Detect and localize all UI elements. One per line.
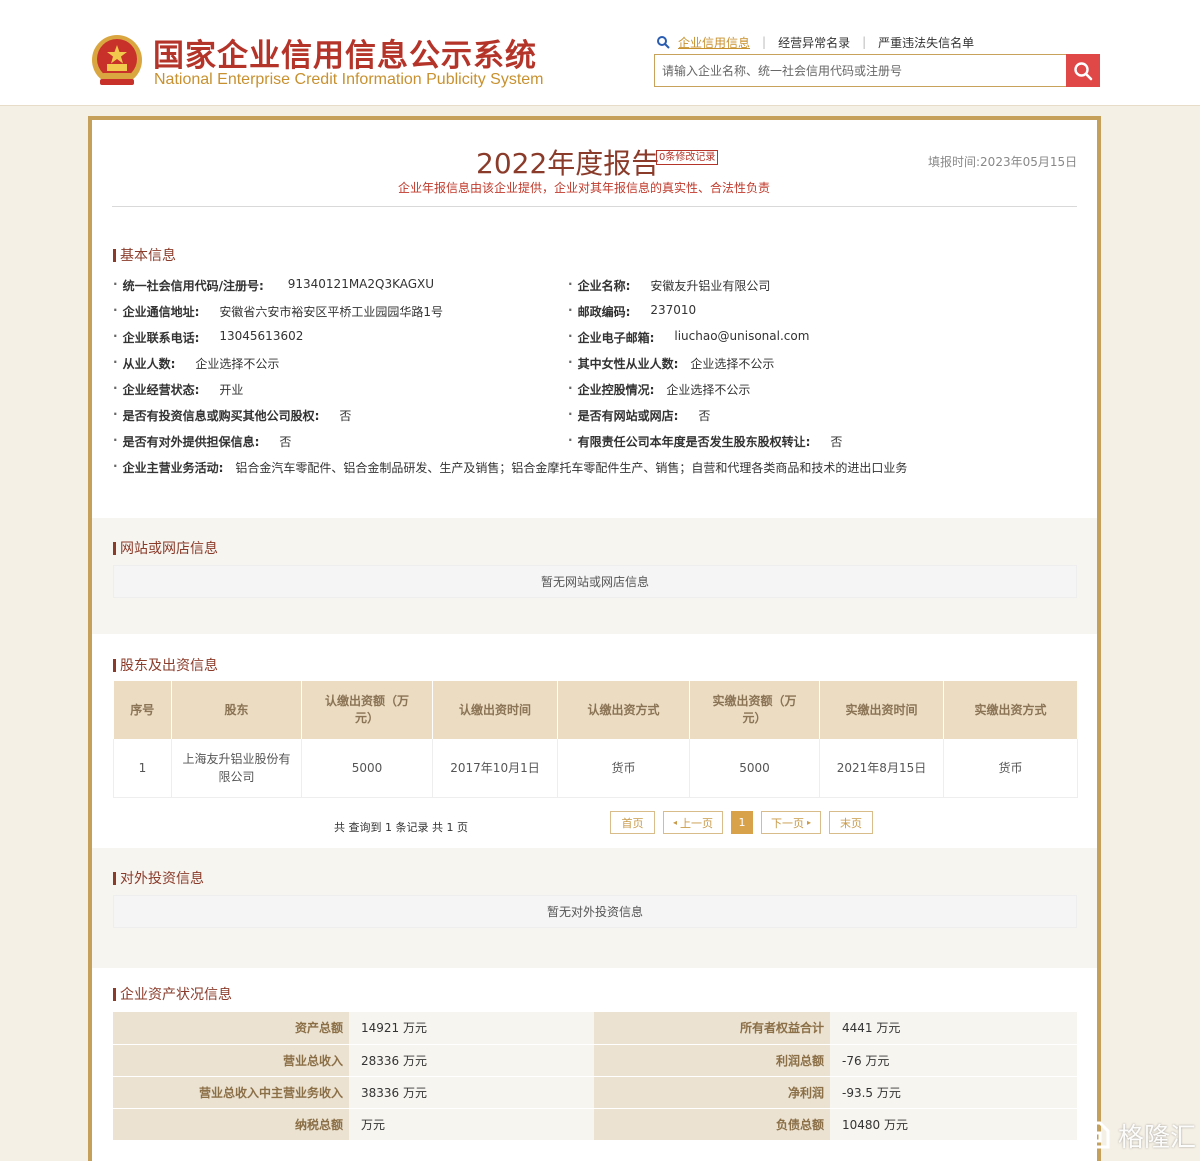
field-holding: · 企业控股情况: 企业选择不公示 — [568, 381, 751, 397]
asset-label: 所有者权益合计 — [594, 1012, 830, 1045]
chevron-left-icon: ◂ — [672, 818, 677, 827]
asset-label: 营业总收入中主营业务收入 — [113, 1076, 349, 1109]
pager-first-button[interactable]: 首页 — [610, 811, 655, 834]
report-header: 2022年度报告 0条修改记录 填报时间:2023年05月15日 企业年报信息由… — [92, 120, 1097, 220]
col-header: 股东 — [171, 681, 302, 739]
field-female-employees: · 其中女性从业人数: 企业选择不公示 — [568, 355, 775, 371]
section-marker — [113, 248, 116, 262]
link-credit-info[interactable]: 企业信用信息 — [678, 34, 750, 51]
asset-value: -76 万元 — [830, 1044, 1077, 1077]
divider — [112, 206, 1077, 207]
national-emblem-icon — [92, 35, 142, 85]
chevron-right-icon: ▸ — [806, 818, 811, 827]
table-cell: 5000 — [689, 739, 820, 798]
report-disclaimer: 企业年报信息由该企业提供，企业对其年报信息的真实性、合法性负责 — [398, 181, 771, 195]
table-cell: 上海友升铝业股份有限公司 — [171, 739, 302, 798]
table-row: 资产总额 14921 万元 所有者权益合计 4441 万元 — [113, 1012, 1077, 1045]
asset-value: 38336 万元 — [349, 1076, 594, 1109]
pager-prev-button[interactable]: ◂ 上一页 — [663, 811, 723, 834]
table-row: 营业总收入中主营业务收入 38336 万元 净利润 -93.5 万元 — [113, 1076, 1077, 1109]
pager-last-button[interactable]: 末页 — [829, 811, 873, 834]
col-header: 认缴出资额（万元） — [301, 681, 433, 739]
col-header: 实缴出资方式 — [943, 681, 1078, 739]
field-employees: · 从业人数: 企业选择不公示 — [113, 355, 280, 371]
asset-label: 纳税总额 — [113, 1108, 349, 1141]
asset-label: 营业总收入 — [113, 1044, 349, 1077]
asset-value: 14921 万元 — [349, 1012, 594, 1045]
section-marker — [113, 987, 116, 1001]
asset-value: 万元 — [349, 1108, 594, 1141]
section-marker — [113, 658, 116, 672]
col-header: 实缴出资时间 — [819, 681, 944, 739]
asset-label: 利润总额 — [594, 1044, 830, 1077]
top-links: 企业信用信息 | 经营异常名录 | 严重违法失信名单 — [656, 33, 974, 51]
field-address: · 企业通信地址: 安徽省六安市裕安区平桥工业园园华路1号 — [113, 303, 444, 319]
gelonghui-logo-icon — [1078, 1121, 1110, 1149]
annual-report-panel: 2022年度报告 0条修改记录 填报时间:2023年05月15日 企业年报信息由… — [88, 116, 1101, 1161]
investment-empty-message: 暂无对外投资信息 — [113, 895, 1077, 928]
field-has-investment: · 是否有投资信息或购买其他公司股权: 否 — [113, 407, 352, 423]
link-separator: | — [762, 35, 767, 49]
pager-current-page[interactable]: 1 — [731, 811, 753, 834]
field-postcode: · 邮政编码: 237010 — [568, 303, 697, 319]
col-header: 序号 — [113, 681, 172, 739]
search-icon — [1074, 61, 1093, 80]
col-header: 认缴出资方式 — [557, 681, 690, 739]
link-abnormal-list[interactable]: 经营异常名录 — [778, 34, 850, 51]
fill-date: 填报时间:2023年05月15日 — [928, 155, 1078, 169]
table-row: 纳税总额 万元 负债总额 10480 万元 — [113, 1108, 1077, 1141]
section-title-website: 网站或网店信息 — [113, 538, 218, 558]
field-credit-code: · 统一社会信用代码/注册号: 91340121MA2Q3KAGXU — [113, 277, 435, 293]
pager-info: 共 查询到 1 条记录 共 1 页 — [334, 821, 468, 834]
table-cell: 1 — [113, 739, 172, 798]
report-title: 2022年度报告 — [476, 147, 660, 180]
section-title-basic: 基本信息 — [113, 245, 176, 265]
section-marker — [113, 541, 116, 555]
asset-value: 28336 万元 — [349, 1044, 594, 1077]
table-cell: 2021年8月15日 — [819, 739, 944, 798]
field-equity-transfer: · 有限责任公司本年度是否发生股东股权转让: 否 — [568, 433, 843, 449]
col-header: 认缴出资时间 — [432, 681, 558, 739]
field-email: · 企业电子邮箱: liuchao@unisonal.com — [568, 329, 810, 345]
section-marker — [113, 871, 116, 885]
section-title-shareholders: 股东及出资信息 — [113, 655, 218, 675]
field-has-website: · 是否有网站或网店: 否 — [568, 407, 711, 423]
table-cell: 2017年10月1日 — [432, 739, 558, 798]
link-blacklist[interactable]: 严重违法失信名单 — [878, 34, 974, 51]
site-subtitle: National Enterprise Credit Information P… — [154, 71, 544, 88]
table-cell: 货币 — [557, 739, 690, 798]
asset-label: 资产总额 — [113, 1012, 349, 1045]
assets-table: 资产总额 14921 万元 所有者权益合计 4441 万元 营业总收入 2833… — [113, 1012, 1077, 1141]
table-row: 1 上海友升铝业股份有限公司 5000 2017年10月1日 货币 5000 2… — [113, 739, 1078, 798]
asset-value: 10480 万元 — [830, 1108, 1077, 1141]
watermark: 格隆汇 — [1076, 1116, 1196, 1154]
table-row: 营业总收入 28336 万元 利润总额 -76 万元 — [113, 1044, 1077, 1077]
field-business-scope: · 企业主营业务活动: 铝合金汽车零配件、铝合金制品研发、生产及销售；铝合金摩托车零… — [113, 459, 908, 475]
site-header: 国家企业信用信息公示系统 National Enterprise Credit … — [0, 0, 1200, 106]
table-header-row: 序号 股东 认缴出资额（万元） 认缴出资时间 认缴出资方式 实缴出资额（万元） … — [113, 681, 1078, 739]
asset-value: 4441 万元 — [830, 1012, 1077, 1045]
search-box — [654, 54, 1100, 87]
section-title-assets: 企业资产状况信息 — [113, 984, 232, 1004]
search-button[interactable] — [1066, 54, 1100, 87]
search-input[interactable] — [655, 55, 1067, 86]
col-header: 实缴出资额（万元） — [689, 681, 820, 739]
field-phone: · 企业联系电话: 13045613602 — [113, 329, 304, 345]
shareholders-table: 序号 股东 认缴出资额（万元） 认缴出资时间 认缴出资方式 实缴出资额（万元） … — [113, 681, 1078, 798]
search-small-icon — [657, 36, 670, 49]
field-status: · 企业经营状态: 开业 — [113, 381, 244, 397]
table-cell: 5000 — [301, 739, 433, 798]
section-title-investment: 对外投资信息 — [113, 868, 204, 888]
modification-records-link[interactable]: 0条修改记录 — [656, 150, 719, 165]
site-title: 国家企业信用信息公示系统 — [153, 38, 537, 74]
field-has-guarantee: · 是否有对外提供担保信息: 否 — [113, 433, 292, 449]
website-empty-message: 暂无网站或网店信息 — [113, 565, 1077, 598]
asset-label: 负债总额 — [594, 1108, 830, 1141]
link-separator: | — [862, 35, 867, 49]
field-company-name: · 企业名称: 安徽友升铝业有限公司 — [568, 277, 771, 293]
asset-value: -93.5 万元 — [830, 1076, 1077, 1109]
pager-next-button[interactable]: 下一页 ▸ — [761, 811, 821, 834]
asset-label: 净利润 — [594, 1076, 830, 1109]
table-cell: 货币 — [943, 739, 1078, 798]
